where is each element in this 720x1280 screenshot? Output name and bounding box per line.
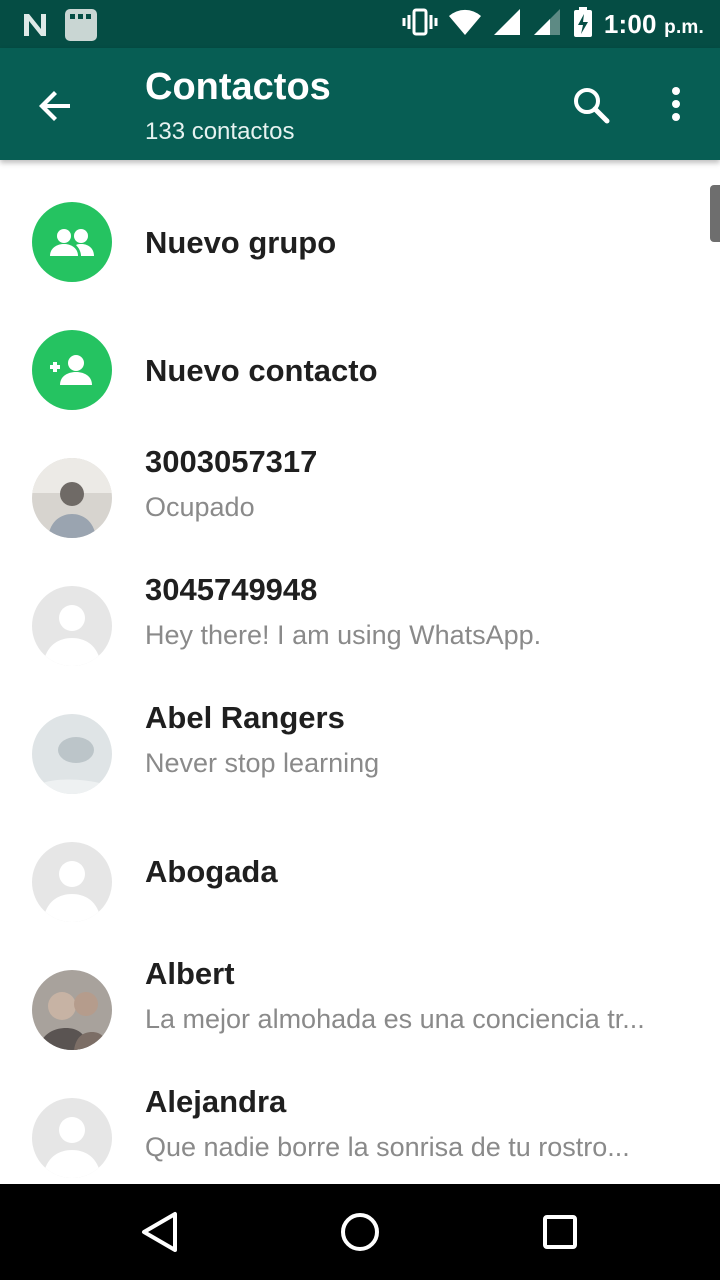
nav-back-button[interactable] (134, 1206, 186, 1258)
new-group-item[interactable]: Nuevo grupo (0, 170, 700, 298)
circle-home-icon (341, 1213, 379, 1251)
list-item-title: Nuevo contacto (145, 353, 378, 388)
search-button[interactable] (566, 80, 616, 130)
contact-row[interactable]: Alejandra Que nadie borre la sonrisa de … (0, 1066, 700, 1184)
contact-name: Albert (145, 956, 235, 991)
signal-weak-icon (532, 8, 562, 41)
square-recents-icon (543, 1215, 577, 1249)
more-options-button[interactable] (656, 80, 696, 130)
contact-row[interactable]: 3003057317 Ocupado (0, 426, 700, 554)
contacts-list: Nuevo grupo Nuevo contacto 3003057317 Oc… (0, 160, 720, 1184)
contact-name: Abogada (145, 854, 278, 889)
clock: 1:00 p.m. (603, 8, 704, 39)
signal-icon (492, 8, 522, 41)
scrollbar-thumb[interactable] (710, 185, 720, 242)
contact-name: 3045749948 (145, 572, 318, 607)
wifi-icon (448, 8, 482, 41)
nav-recents-button[interactable] (534, 1206, 586, 1258)
default-avatar-icon (32, 842, 112, 922)
contact-photo (32, 714, 112, 794)
contact-status: Que nadie borre la sonrisa de tu rostro.… (145, 1132, 630, 1162)
default-avatar-icon (32, 586, 112, 666)
search-icon (574, 88, 610, 124)
contact-status: Ocupado (145, 492, 255, 522)
list-item-title: Nuevo grupo (145, 225, 337, 260)
notification-n-icon (20, 10, 50, 45)
vibrate-icon (402, 8, 438, 41)
contact-name: Abel Rangers (145, 700, 345, 735)
contact-row[interactable]: Albert La mejor almohada es una concienc… (0, 938, 700, 1066)
contact-name: 3003057317 (145, 444, 318, 479)
page-title: Contactos (145, 66, 331, 108)
back-button[interactable] (30, 80, 82, 132)
contact-status: Never stop learning (145, 748, 380, 778)
contact-row[interactable]: 3045749948 Hey there! I am using WhatsAp… (0, 554, 700, 682)
more-vert-icon (672, 87, 680, 121)
battery-charging-icon (572, 6, 594, 43)
navigation-bar (0, 1184, 720, 1280)
contact-photo (32, 970, 112, 1050)
triangle-back-icon (142, 1212, 177, 1252)
toolbar: Contactos 133 contactos (0, 48, 720, 160)
app-notification-icon (64, 8, 98, 47)
add-person-icon (32, 330, 112, 410)
contact-row[interactable]: Abel Rangers Never stop learning (0, 682, 700, 810)
group-icon (32, 202, 112, 282)
contact-status: La mejor almohada es una conciencia tr..… (145, 1004, 645, 1034)
contact-name: Alejandra (145, 1084, 287, 1119)
contact-photo (32, 458, 112, 538)
contact-status: Hey there! I am using WhatsApp. (145, 620, 542, 650)
new-contact-item[interactable]: Nuevo contacto (0, 298, 700, 426)
default-avatar-icon (32, 1098, 112, 1178)
contacts-count: 133 contactos (145, 118, 295, 145)
nav-home-button[interactable] (334, 1206, 386, 1258)
arrow-back-icon (39, 91, 70, 121)
status-bar: 1:00 p.m. (0, 0, 720, 48)
contact-row[interactable]: Abogada (0, 810, 700, 938)
